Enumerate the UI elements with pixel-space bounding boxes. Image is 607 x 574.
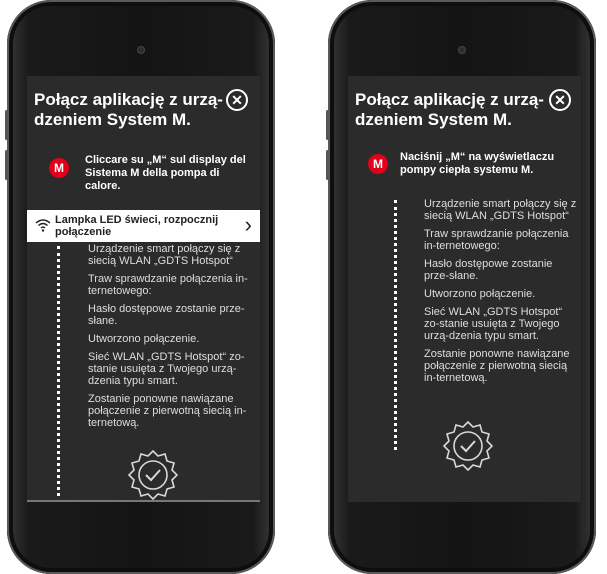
close-icon: ✕ [231,92,243,108]
system-m-badge: M [368,154,388,174]
close-button[interactable]: ✕ [226,89,248,111]
instruction-line: Hasło dostępowe zostanie prze-słane. [88,303,245,327]
system-m-badge: M [49,158,69,178]
app-screen: Połącz aplikację z urzą-dzeniem System M… [27,76,260,502]
check-badge-icon [127,449,179,500]
volume-button [326,110,329,140]
instruction-line: Traw sprawdzanie połączenia in-ternetowe… [424,228,569,252]
instruction-line: Urządzenie smart połączy się z siecią WL… [424,198,577,222]
chevron-right-icon: › [244,212,252,237]
instructions-text: Urządzenie smart połączy się z siecią WL… [88,243,258,435]
led-connect-label: Lampka LED świeci, rozpocznij połączenie [55,214,219,238]
instruction-line: Zostanie ponowne nawiązane połączenie z … [88,393,247,429]
divider [27,500,260,502]
instruction-line: Hasło dostępowe zostanie prze-słane. [424,258,553,282]
instruction-line: Utworzono połączenie. [88,333,200,345]
close-button[interactable]: ✕ [549,89,571,111]
instruction-line: Sieć WLAN „GDTS Hotspot“ zo-stanie usuię… [88,351,245,387]
progress-dots [57,246,60,496]
volume-button [326,150,329,180]
led-connect-row[interactable]: Lampka LED świeci, rozpocznij połączenie… [27,210,260,242]
instruction-line: Traw sprawdzanie połączenia in-ternetowe… [88,273,248,297]
instruction-line: Urządzenie smart połączy się z siecią WL… [88,243,241,267]
page-title: Połącz aplikację z urzą-dzeniem System M… [355,90,544,129]
check-badge-icon [442,420,494,471]
progress-dots [394,200,397,450]
camera-dot [458,46,466,54]
page-title: Połącz aplikację z urzą-dzeniem System M… [34,90,223,129]
volume-button [5,150,8,180]
instructions-text: Urządzenie smart połączy się z siecią WL… [424,198,579,390]
instruction-line: Sieć WLAN „GDTS Hotspot“ zo-stanie usuię… [424,306,563,342]
step-instruction: Cliccare su „M“ sul display del Sistema … [85,154,246,192]
instruction-line: Utworzono połączenie. [424,288,536,300]
step-instruction: Naciśnij „M“ na wyświetlaczu pompy ciepł… [400,151,555,176]
close-icon: ✕ [554,92,566,108]
volume-button [5,110,8,140]
instruction-line: Zostanie ponowne nawiązane połączenie z … [424,348,570,384]
phone-left: Połącz aplikację z urzą-dzeniem System M… [5,0,275,574]
camera-dot [137,46,145,54]
wifi-icon [35,219,51,232]
app-screen: Połącz aplikację z urzą-dzeniem System M… [348,76,581,502]
phone-right: Połącz aplikację z urzą-dzeniem System M… [326,0,596,574]
